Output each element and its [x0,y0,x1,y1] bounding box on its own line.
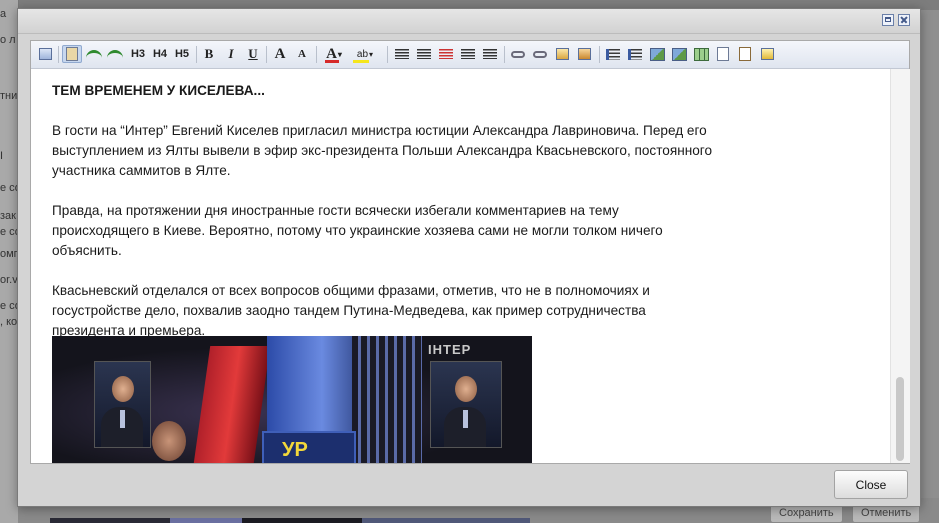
article-heading: ТЕМ ВРЕМЕНЕМ У КИСЕЛЕВА... [52,83,265,98]
rich-text-editor: H3 H4 H5 B I U A A A ▾ ab ▾ ТЕМ ВРЕМЕНЕМ… [30,40,910,464]
highlight-button[interactable]: ab ▾ [351,45,379,63]
studio-logo: УР [262,431,356,463]
remove-format-icon[interactable] [437,45,455,63]
background-fragment: а [0,8,7,20]
insert-table-icon[interactable] [692,45,710,63]
background-fragment: зак [0,210,16,222]
insert-media-icon[interactable] [553,45,571,63]
redo-icon[interactable] [106,45,124,63]
heading-5-button[interactable]: H5 [172,45,192,63]
article-body: ТЕМ ВРЕМЕНЕМ У КИСЕЛЕВА... В гости на “И… [52,69,712,341]
unordered-list-icon[interactable] [626,45,644,63]
restore-window-icon[interactable] [882,14,894,26]
scrollbar-thumb[interactable] [896,377,904,461]
paste-icon[interactable] [62,45,82,63]
font-color-swatch [325,60,339,63]
new-document-icon[interactable] [714,45,732,63]
align-justify-icon[interactable] [459,45,477,63]
insert-image-icon[interactable] [648,45,666,63]
link-icon[interactable] [531,45,549,63]
unlink-icon[interactable] [509,45,527,63]
background-fragment: е со [0,226,18,238]
close-window-icon[interactable] [898,14,910,26]
dialog-titlebar[interactable] [18,9,920,34]
editor-dialog: H3 H4 H5 B I U A A A ▾ ab ▾ ТЕМ ВРЕМЕНЕМ… [17,8,921,507]
undo-icon[interactable] [85,45,103,63]
font-color-button[interactable]: A ▾ [322,45,346,63]
host-head [152,421,186,461]
clean-html-icon[interactable] [736,45,754,63]
editor-content[interactable]: ТЕМ ВРЕМЕНЕМ У КИСЕЛЕВА... В гости на “И… [31,69,890,463]
increase-font-button[interactable]: A [271,45,289,63]
highlight-label: ab [356,48,369,60]
guest-screen-right [430,361,502,448]
background-fragment: е со [0,300,18,312]
article-paragraph-2: Правда, на протяжении дня иностранные го… [52,203,663,258]
background-image-edge [50,518,530,523]
close-button[interactable]: Close [834,470,908,499]
editor-toolbar: H3 H4 H5 B I U A A A ▾ ab ▾ [31,41,909,69]
insert-file-icon[interactable] [575,45,593,63]
article-paragraph-3: Квасьневский отделался от всех вопросов … [52,283,650,338]
background-fragment: I [0,150,4,162]
guest-screen-left [94,361,151,448]
ordered-list-icon[interactable] [604,45,622,63]
align-left-icon[interactable] [393,45,411,63]
italic-button[interactable]: I [223,45,239,63]
background-fragment: е со [0,182,18,194]
bold-button[interactable]: B [201,45,217,63]
heading-4-button[interactable]: H4 [150,45,170,63]
source-code-icon[interactable] [758,45,776,63]
heading-3-button[interactable]: H3 [128,45,148,63]
background-fragment: о л [0,34,16,46]
background-fragment: , ко [0,316,18,328]
article-video-still: УР ІНТЕР [52,336,532,463]
insert-gallery-icon[interactable] [670,45,688,63]
align-right-icon[interactable] [481,45,499,63]
decrease-font-button[interactable]: A [293,45,311,63]
background-fragment: омп [0,248,18,260]
align-center-icon[interactable] [415,45,433,63]
background-fragment: or.v [0,274,18,286]
save-icon[interactable] [36,45,54,63]
background-fragment: тни [0,90,18,102]
highlight-swatch [353,60,369,63]
underline-button[interactable]: U [245,45,261,63]
editor-scrollbar[interactable] [890,69,910,463]
article-paragraph-1: В гости на “Интер” Евгений Киселев пригл… [52,123,712,178]
channel-watermark: ІНТЕР [428,342,472,357]
